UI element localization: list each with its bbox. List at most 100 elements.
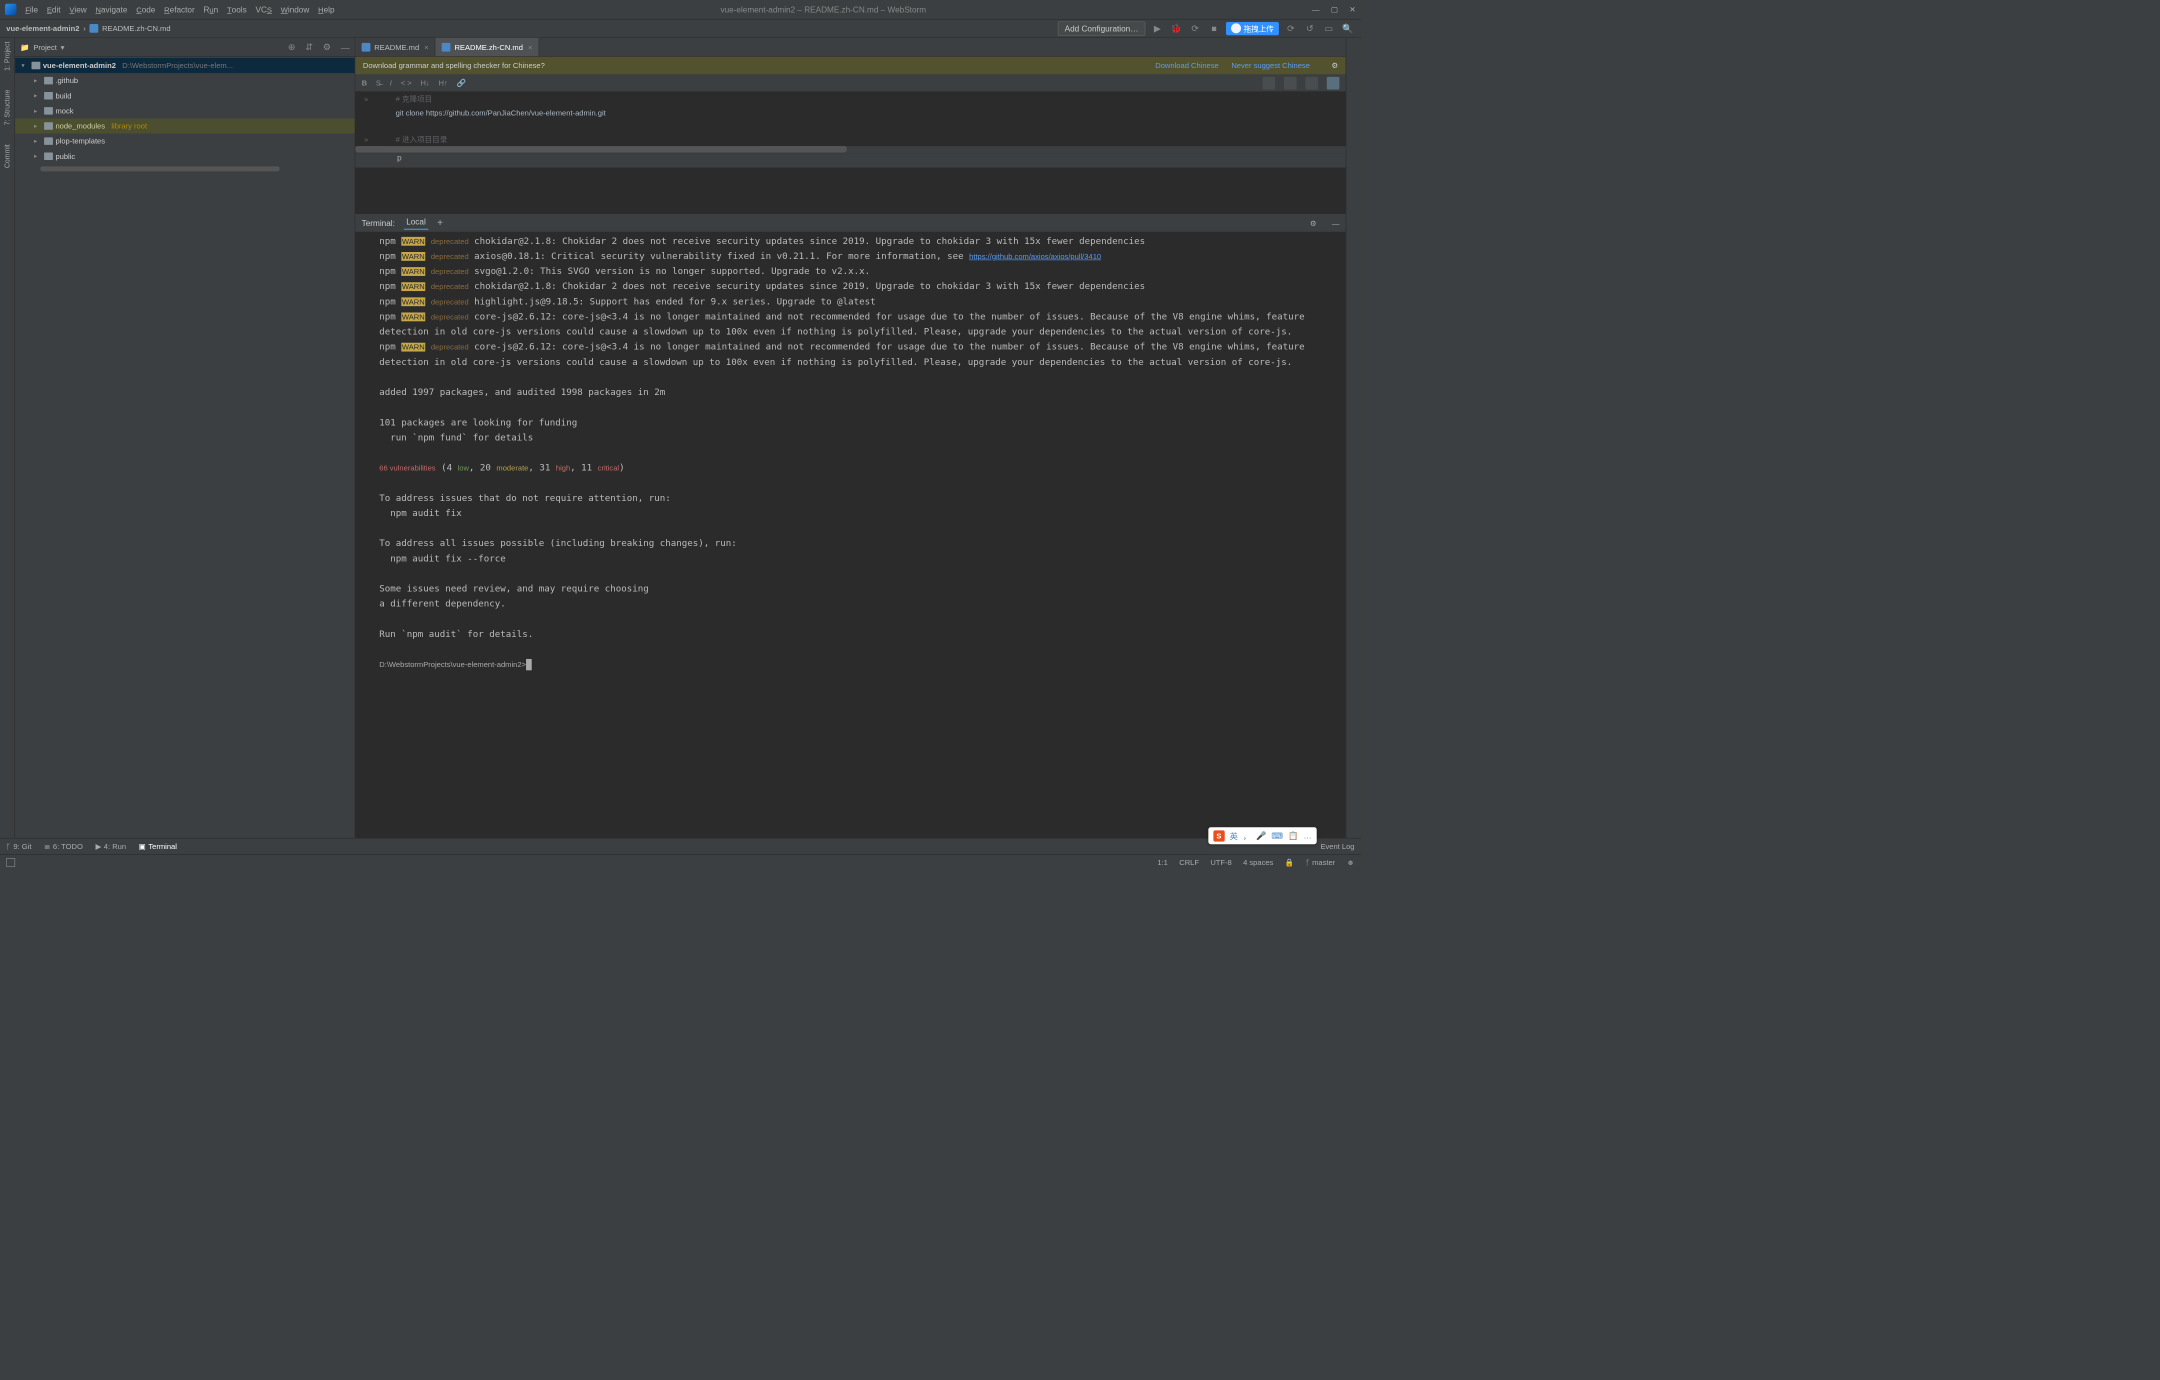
menu-file[interactable]: File (25, 5, 38, 14)
tree-item-plop-templates[interactable]: ▸plop-templates (15, 134, 355, 149)
history-icon[interactable]: ↺ (1303, 21, 1317, 35)
status-indent[interactable]: 4 spaces (1243, 858, 1273, 867)
markdown-file-icon (442, 43, 451, 52)
tab-git[interactable]: ᚶ 9: Git (6, 842, 31, 851)
tree-root[interactable]: ▾ vue-element-admin2 D:\WebstormProjects… (15, 58, 355, 73)
tool-project[interactable]: 1: Project (3, 42, 11, 71)
smiley-icon[interactable]: ☻ (1347, 858, 1355, 867)
hide-icon[interactable]: — (341, 42, 350, 52)
code-git-clone: git clone https://github.com/PanJiaChen/… (396, 106, 606, 120)
editor-surface[interactable]: »# 克隆项目 git clone https://github.com/Pan… (355, 92, 1345, 214)
target-icon[interactable]: ⊕ (288, 42, 295, 53)
ime-punct[interactable]: ， (1243, 830, 1251, 842)
collapse-icon[interactable]: ⇵ (305, 42, 312, 53)
tree-item-build[interactable]: ▸build (15, 88, 355, 103)
tool-window-toggle-icon[interactable] (6, 858, 15, 867)
menu-edit[interactable]: Edit (47, 5, 61, 14)
app-logo-icon (5, 4, 16, 15)
gear-icon[interactable]: ⚙ (323, 42, 331, 53)
status-eol[interactable]: CRLF (1179, 858, 1199, 867)
terminal-tab-local[interactable]: Local (404, 217, 429, 230)
menu-vcs[interactable]: VCS (255, 5, 271, 14)
ime-kb-icon[interactable]: ⌨ (1271, 831, 1283, 841)
update-icon[interactable]: ⟳ (1284, 21, 1298, 35)
tool-commit[interactable]: Commit (3, 144, 11, 168)
menu-code[interactable]: Code (136, 5, 155, 14)
navbar: vue-element-admin2 › README.zh-CN.md Add… (0, 19, 1361, 38)
upload-pill[interactable]: 拖拽上传 (1226, 22, 1279, 35)
terminal-hide-icon[interactable]: — (1332, 219, 1340, 228)
menu-help[interactable]: Help (318, 5, 334, 14)
folder-icon (32, 62, 41, 70)
code-icon[interactable]: < > (401, 78, 412, 87)
tab-todo[interactable]: ≣ 6: TODO (44, 842, 83, 851)
italic-icon[interactable]: I (390, 78, 392, 87)
sidebar-title[interactable]: Project (33, 43, 57, 52)
tree-item-public[interactable]: ▸public (15, 149, 355, 164)
banner-gear-icon[interactable]: ⚙ (1331, 61, 1338, 70)
editor-view-icon[interactable] (1263, 77, 1276, 90)
search-icon[interactable]: 🔍 (1341, 21, 1355, 35)
run-icon[interactable]: ▶ (1150, 21, 1164, 35)
menu-refactor[interactable]: Refactor (164, 5, 195, 14)
tree-item-.github[interactable]: ▸.github (15, 73, 355, 88)
ime-more-icon[interactable]: … (1303, 831, 1311, 840)
terminal-gear-icon[interactable]: ⚙ (1310, 219, 1317, 228)
ime-toolbar[interactable]: S 英 ， 🎤 ⌨ 📋 … (1208, 827, 1316, 844)
tab-run[interactable]: ▶ 4: Run (95, 842, 126, 851)
debug-icon[interactable]: 🐞 (1169, 21, 1183, 35)
avatar-icon[interactable]: ▭ (1322, 21, 1336, 35)
bold-icon[interactable]: B (362, 78, 367, 87)
editor-tab[interactable]: README.md× (355, 38, 435, 56)
tool-structure[interactable]: 7: Structure (3, 90, 11, 126)
tree-item-node_modules[interactable]: ▸node_moduleslibrary root (15, 118, 355, 133)
heading-up-icon[interactable]: H↑ (439, 78, 448, 87)
lock-icon[interactable]: 🔒 (1285, 858, 1294, 867)
project-tree[interactable]: ▾ vue-element-admin2 D:\WebstormProjects… (15, 57, 355, 838)
preview-view-icon[interactable] (1305, 77, 1318, 90)
ime-lang[interactable]: 英 (1230, 830, 1238, 842)
markdown-toolbar: B S̶ I < > H↓ H↑ 🔗 (355, 74, 1345, 92)
close-icon[interactable]: ✕ (1349, 5, 1355, 14)
editor-tabs: README.md×README.zh-CN.md× (355, 38, 1345, 57)
add-configuration-button[interactable]: Add Configuration… (1058, 21, 1146, 35)
editor-tab[interactable]: README.zh-CN.md× (436, 38, 540, 56)
menu-view[interactable]: View (69, 5, 86, 14)
minimize-icon[interactable]: — (1312, 5, 1320, 14)
menu-tools[interactable]: Tools (227, 5, 247, 14)
crumb-file[interactable]: README.zh-CN.md (102, 24, 170, 33)
terminal-add-icon[interactable]: + (437, 218, 443, 229)
terminal-output[interactable]: npm WARN deprecated chokidar@2.1.8: Chok… (355, 232, 1345, 837)
status-branch[interactable]: ᚶ master (1305, 858, 1335, 867)
heading-down-icon[interactable]: H↓ (420, 78, 429, 87)
ime-clip-icon[interactable]: 📋 (1288, 831, 1298, 841)
crumb-project[interactable]: vue-element-admin2 (6, 24, 79, 33)
banner-download-link[interactable]: Download Chinese (1155, 61, 1218, 70)
menubar: File Edit View Navigate Code Refactor Ru… (25, 5, 334, 14)
stop-icon[interactable]: ■ (1207, 21, 1221, 35)
split-view-icon[interactable] (1284, 77, 1297, 90)
ime-mic-icon[interactable]: 🎤 (1256, 831, 1266, 841)
strike-icon[interactable]: S̶ (376, 78, 381, 87)
layout-view-icon[interactable] (1327, 77, 1340, 90)
terminal-title: Terminal: (362, 219, 395, 228)
coverage-icon[interactable]: ⟳ (1188, 21, 1202, 35)
tree-h-scrollbar[interactable] (15, 166, 355, 172)
banner-never-link[interactable]: Never suggest Chinese (1231, 61, 1310, 70)
menu-window[interactable]: Window (281, 5, 310, 14)
maximize-icon[interactable]: ▢ (1331, 5, 1338, 14)
status-enc[interactable]: UTF-8 (1210, 858, 1231, 867)
status-pos[interactable]: 1:1 (1157, 858, 1168, 867)
tree-item-mock[interactable]: ▸mock (15, 103, 355, 118)
tab-terminal[interactable]: ▣ Terminal (139, 842, 177, 851)
event-log-link[interactable]: Event Log (1320, 842, 1354, 851)
breadcrumb-path[interactable]: p (355, 154, 1345, 168)
close-icon[interactable]: × (424, 43, 428, 52)
ime-logo-icon: S (1213, 830, 1224, 841)
editor-h-scrollbar[interactable] (355, 146, 1345, 154)
menu-run[interactable]: Run (204, 5, 219, 14)
link-icon[interactable]: 🔗 (457, 78, 466, 87)
menu-navigate[interactable]: Navigate (96, 5, 128, 14)
chevron-down-icon[interactable]: ▾ (61, 43, 65, 52)
close-icon[interactable]: × (528, 43, 532, 52)
